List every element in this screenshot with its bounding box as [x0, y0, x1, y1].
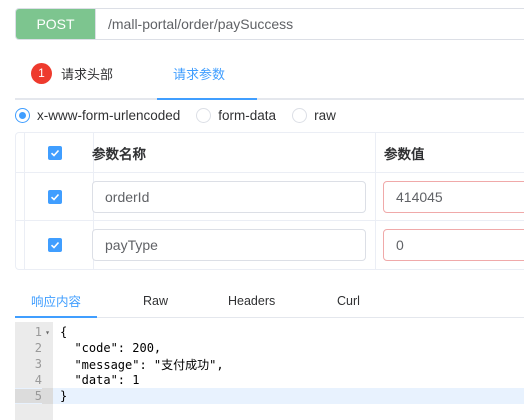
tab-curl[interactable]: Curl	[337, 284, 360, 317]
radio-unchecked-icon[interactable]	[196, 107, 212, 123]
request-tabs: 1 请求头部 请求参数	[15, 48, 524, 100]
tab-headers-response[interactable]: Headers	[228, 284, 275, 317]
radio-form-data-label: form-data	[218, 107, 277, 123]
code-line-current: 5 }	[15, 388, 524, 404]
tab-headers[interactable]: 1 请求头部	[31, 48, 113, 98]
code-line: 2 "code": 200,	[15, 340, 524, 356]
radio-unchecked-icon[interactable]	[292, 107, 308, 123]
row-checkbox[interactable]	[48, 190, 62, 204]
line-number: 3	[34, 357, 42, 371]
table-row: orderId 414045	[16, 173, 524, 221]
param-key-input[interactable]: orderId	[92, 181, 366, 213]
code-text: "data": 1	[60, 373, 140, 387]
code-text: }	[60, 389, 68, 403]
select-all-checkbox[interactable]	[48, 146, 62, 160]
column-header-value: 参数值	[384, 147, 425, 162]
check-icon	[50, 149, 60, 157]
row-checkbox[interactable]	[48, 238, 62, 252]
param-key-input[interactable]: payType	[92, 229, 366, 261]
radio-checked-icon[interactable]	[15, 107, 30, 123]
code-line: 1 ▾ {	[15, 324, 524, 340]
fold-spacer	[42, 388, 53, 404]
active-tab-indicator	[15, 316, 97, 318]
line-number: 5	[15, 389, 42, 403]
body-type-radio-group: x-www-form-urlencoded form-data raw	[15, 105, 352, 125]
tab-params[interactable]: 请求参数	[173, 48, 225, 98]
radio-raw-label: raw	[314, 107, 336, 123]
column-divider	[375, 133, 376, 172]
column-divider	[24, 133, 25, 172]
code-line: 3 "message": "支付成功",	[15, 356, 524, 372]
radio-urlencoded[interactable]: x-www-form-urlencoded	[15, 107, 181, 123]
params-table-header: 参数名称 参数值	[16, 133, 524, 173]
params-table: 参数名称 参数值 orderId 414045 payType 0	[15, 132, 524, 270]
tab-params-label: 请求参数	[173, 66, 226, 82]
tab-headers-label: 请求头部	[61, 66, 114, 82]
column-divider	[375, 221, 376, 269]
headers-count-badge: 1	[31, 62, 52, 84]
check-icon	[50, 193, 60, 201]
request-url-bar: POST	[15, 8, 524, 40]
param-value-input[interactable]: 0	[383, 229, 524, 261]
code-text: "code": 200,	[60, 341, 162, 355]
column-divider	[24, 173, 25, 220]
table-row: payType 0	[16, 221, 524, 269]
param-value-input[interactable]: 414045	[383, 181, 524, 213]
line-number: 4	[34, 373, 42, 387]
url-input[interactable]	[96, 9, 524, 39]
tab-raw[interactable]: Raw	[143, 284, 168, 317]
code-line: 4 "data": 1	[15, 372, 524, 388]
code-text: "message": "支付成功",	[60, 357, 224, 372]
response-tabs: 响应内容 Raw Headers Curl	[15, 284, 524, 318]
tab-response-content[interactable]: 响应内容	[31, 284, 81, 317]
column-divider	[24, 221, 25, 269]
response-code-editor[interactable]: 1 ▾ { 2 "code": 200, 3 "message": "支付成功"…	[15, 322, 524, 420]
radio-raw[interactable]: raw	[292, 107, 336, 123]
fold-arrow-icon[interactable]: ▾	[42, 328, 53, 337]
line-number: 1	[34, 325, 42, 339]
code-text: {	[60, 325, 68, 339]
column-header-name: 参数名称	[92, 147, 146, 162]
line-number: 2	[34, 341, 42, 355]
method-button[interactable]: POST	[16, 9, 96, 39]
active-tab-indicator	[157, 98, 257, 100]
radio-form-data[interactable]: form-data	[196, 107, 277, 123]
radio-urlencoded-label: x-www-form-urlencoded	[37, 107, 181, 123]
column-divider	[375, 173, 376, 220]
check-icon	[50, 241, 60, 249]
